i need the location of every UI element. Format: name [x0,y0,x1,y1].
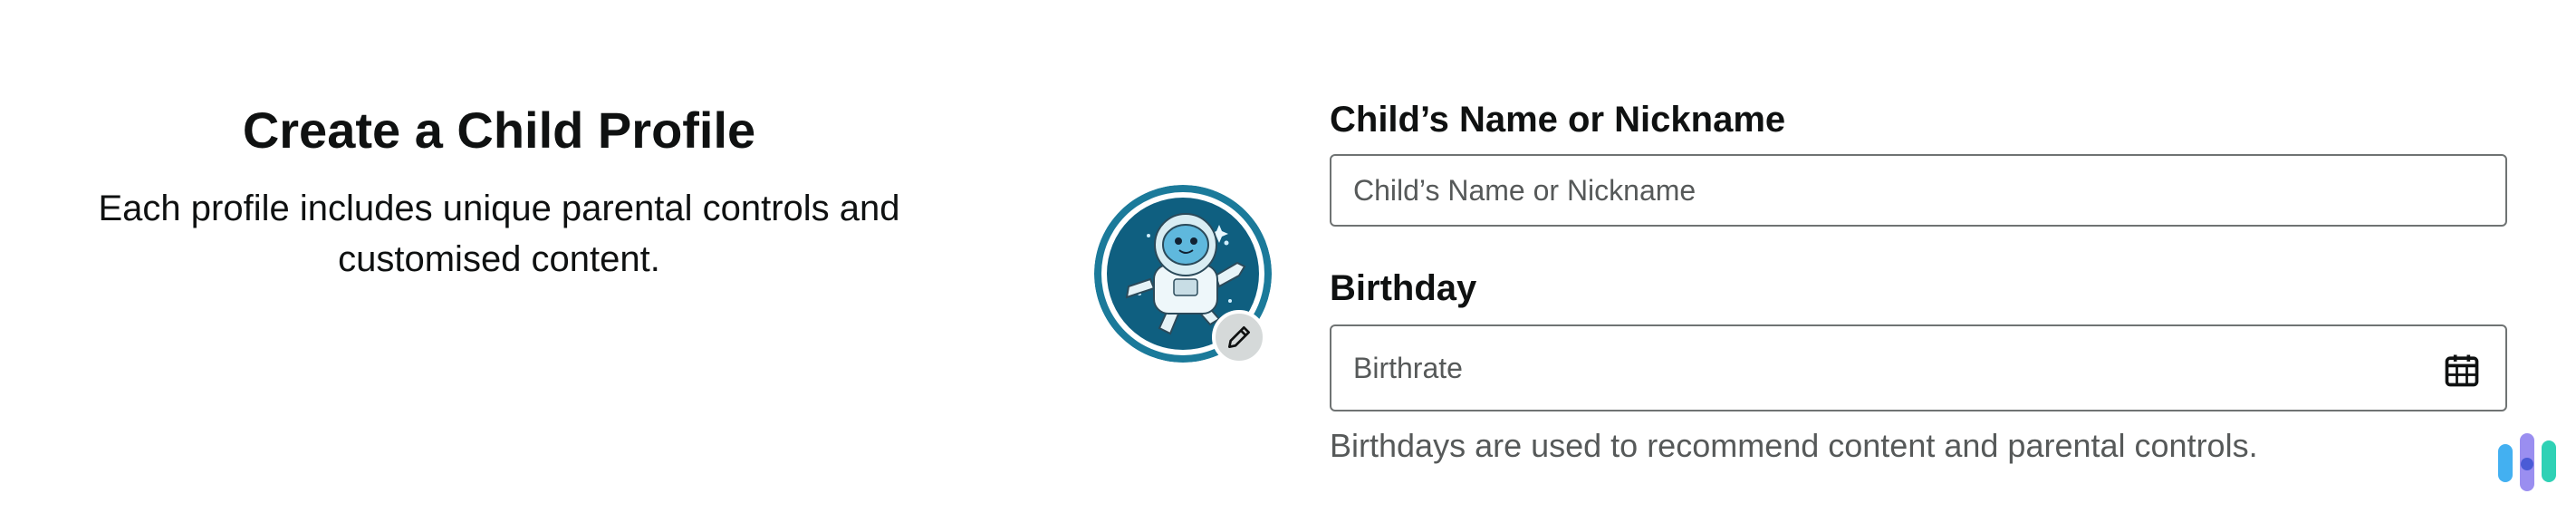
birthday-helper-text: Birthdays are used to recommend content … [1330,427,2258,464]
avatar-container [1094,185,1272,364]
birthday-label: Birthday [1330,268,1477,308]
pencil-icon [1228,326,1250,348]
birthday-input[interactable] [1331,326,2505,410]
brand-logo-icon [2498,433,2556,491]
name-label: Child’s Name or Nickname [1330,100,1786,140]
intro-section: Create a Child Profile Each profile incl… [0,98,998,285]
page-title: Create a Child Profile [242,102,756,159]
name-field [1330,154,2507,227]
calendar-icon[interactable] [2442,350,2482,390]
name-input[interactable] [1331,156,2505,225]
birthday-field [1330,324,2507,411]
edit-avatar-button[interactable] [1212,310,1266,364]
child-profile-form: Child’s Name or Nickname Birthday Birthd… [1330,94,2507,468]
page-subtitle: Each profile includes unique parental co… [98,189,900,279]
